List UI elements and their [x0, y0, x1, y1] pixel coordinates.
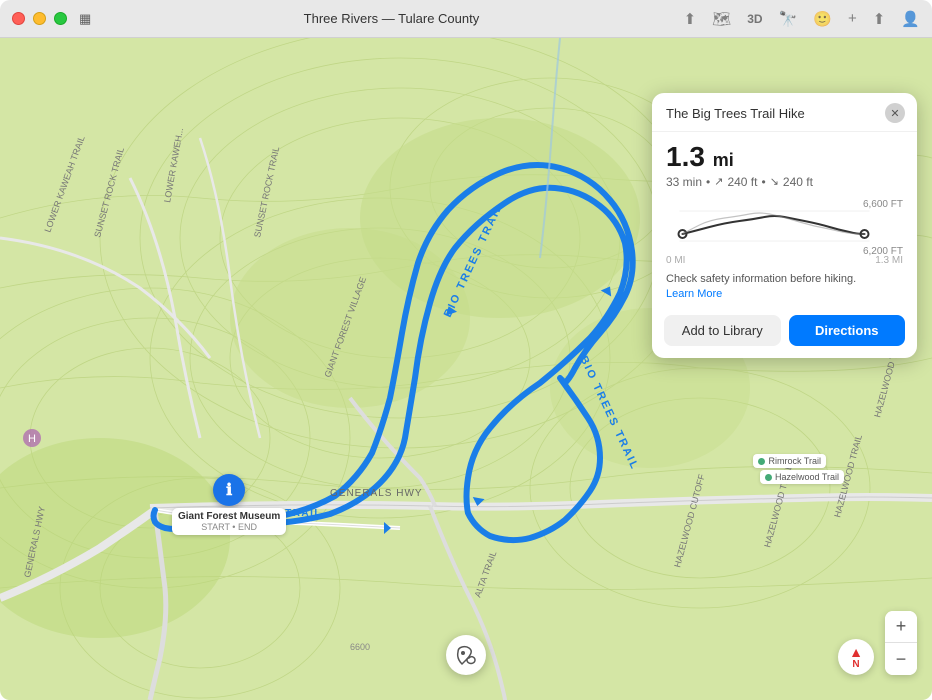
- dot-separator: •: [706, 175, 710, 189]
- route-waypoints-button[interactable]: [446, 635, 486, 675]
- window-document-icon: ▦: [79, 11, 91, 27]
- add-to-library-button[interactable]: Add to Library: [664, 315, 781, 346]
- pin-icon: ℹ: [213, 474, 245, 506]
- toolbar: ⬆ 🗺 3D 🔭 🙂 + ⬆ 👤: [684, 10, 920, 28]
- zoom-controls: + −: [885, 611, 917, 675]
- dot-separator2: •: [761, 175, 765, 189]
- trail-stats: 33 min • ↗ 240 ft • ↘ 240 ft: [666, 175, 903, 189]
- distance-unit: mi: [713, 150, 734, 170]
- safety-text: Check safety information before hiking.: [666, 273, 856, 285]
- distance-display: 1.3 mi: [666, 142, 903, 173]
- card-actions: Add to Library Directions: [652, 315, 917, 358]
- learn-more-link[interactable]: Learn More: [666, 288, 722, 300]
- rimrock-trail-marker: Rimrock Trail: [753, 454, 826, 468]
- svg-text:6600: 6600: [350, 642, 370, 652]
- search-area-icon[interactable]: 🔭: [779, 10, 798, 28]
- close-window-button[interactable]: [12, 12, 25, 25]
- distance-value: 1.3: [666, 141, 705, 172]
- elevation-loss: 240 ft: [783, 175, 813, 189]
- 3d-button[interactable]: 3D: [747, 12, 762, 26]
- elev-low-label: 6,200 FT: [863, 246, 903, 257]
- maximize-window-button[interactable]: [54, 12, 67, 25]
- safety-notice: Check safety information before hiking. …: [666, 272, 903, 303]
- card-title: The Big Trees Trail Hike: [666, 106, 805, 121]
- window-title: Three Rivers — Tulare County: [99, 11, 683, 26]
- info-card: The Big Trees Trail Hike ✕ 1.3 mi 33 min…: [652, 93, 917, 358]
- window: ▦ Three Rivers — Tulare County ⬆ 🗺 3D 🔭 …: [0, 0, 932, 700]
- traffic-lights: [12, 12, 67, 25]
- share-icon[interactable]: ⬆: [873, 10, 886, 28]
- rimrock-label: Rimrock Trail: [768, 456, 821, 466]
- museum-name: Giant Forest Museum: [178, 511, 280, 522]
- compass-control[interactable]: ▲ N: [838, 639, 874, 675]
- directions-button[interactable]: Directions: [789, 315, 906, 346]
- svg-text:GENERALS HWY: GENERALS HWY: [330, 488, 423, 499]
- zoom-out-button[interactable]: −: [885, 643, 917, 675]
- hazelwood-label: Hazelwood Trail: [775, 472, 839, 482]
- museum-pin[interactable]: ℹ Giant Forest Museum START • END: [172, 474, 286, 535]
- map-container[interactable]: BIO TREES TRAIL BIO TREES TRAIL ALTA TRA…: [0, 38, 932, 700]
- rating-icon[interactable]: 🙂: [813, 10, 832, 28]
- minimize-window-button[interactable]: [33, 12, 46, 25]
- zoom-in-button[interactable]: +: [885, 611, 917, 643]
- close-card-button[interactable]: ✕: [885, 103, 905, 123]
- elevation-down-icon: ↘: [770, 175, 779, 188]
- titlebar: ▦ Three Rivers — Tulare County ⬆ 🗺 3D 🔭 …: [0, 0, 932, 38]
- account-icon[interactable]: 👤: [901, 10, 920, 28]
- elevation-chart: 6,600 FT 6,200 FT: [666, 199, 903, 266]
- card-body: 1.3 mi 33 min • ↗ 240 ft • ↘ 240 ft 6,60…: [652, 132, 917, 315]
- elevation-gain: 240 ft: [727, 175, 757, 189]
- elev-high-label: 6,600 FT: [863, 199, 903, 210]
- svg-text:H: H: [28, 433, 36, 445]
- add-button[interactable]: +: [848, 10, 857, 27]
- card-header: The Big Trees Trail Hike ✕: [652, 93, 917, 132]
- hazelwood-trail-marker: Hazelwood Trail: [760, 470, 844, 484]
- elev-x-start: 0 MI: [666, 255, 685, 266]
- map-icon[interactable]: 🗺: [712, 10, 731, 28]
- waypoint-icon: [455, 644, 477, 666]
- museum-sub: START • END: [178, 522, 280, 532]
- directions-icon[interactable]: ⬆: [684, 10, 697, 28]
- museum-label: Giant Forest Museum START • END: [172, 508, 286, 535]
- duration: 33 min: [666, 175, 702, 189]
- elevation-up-icon: ↗: [714, 175, 723, 188]
- elevation-labels: 6,600 FT 6,200 FT: [863, 199, 903, 257]
